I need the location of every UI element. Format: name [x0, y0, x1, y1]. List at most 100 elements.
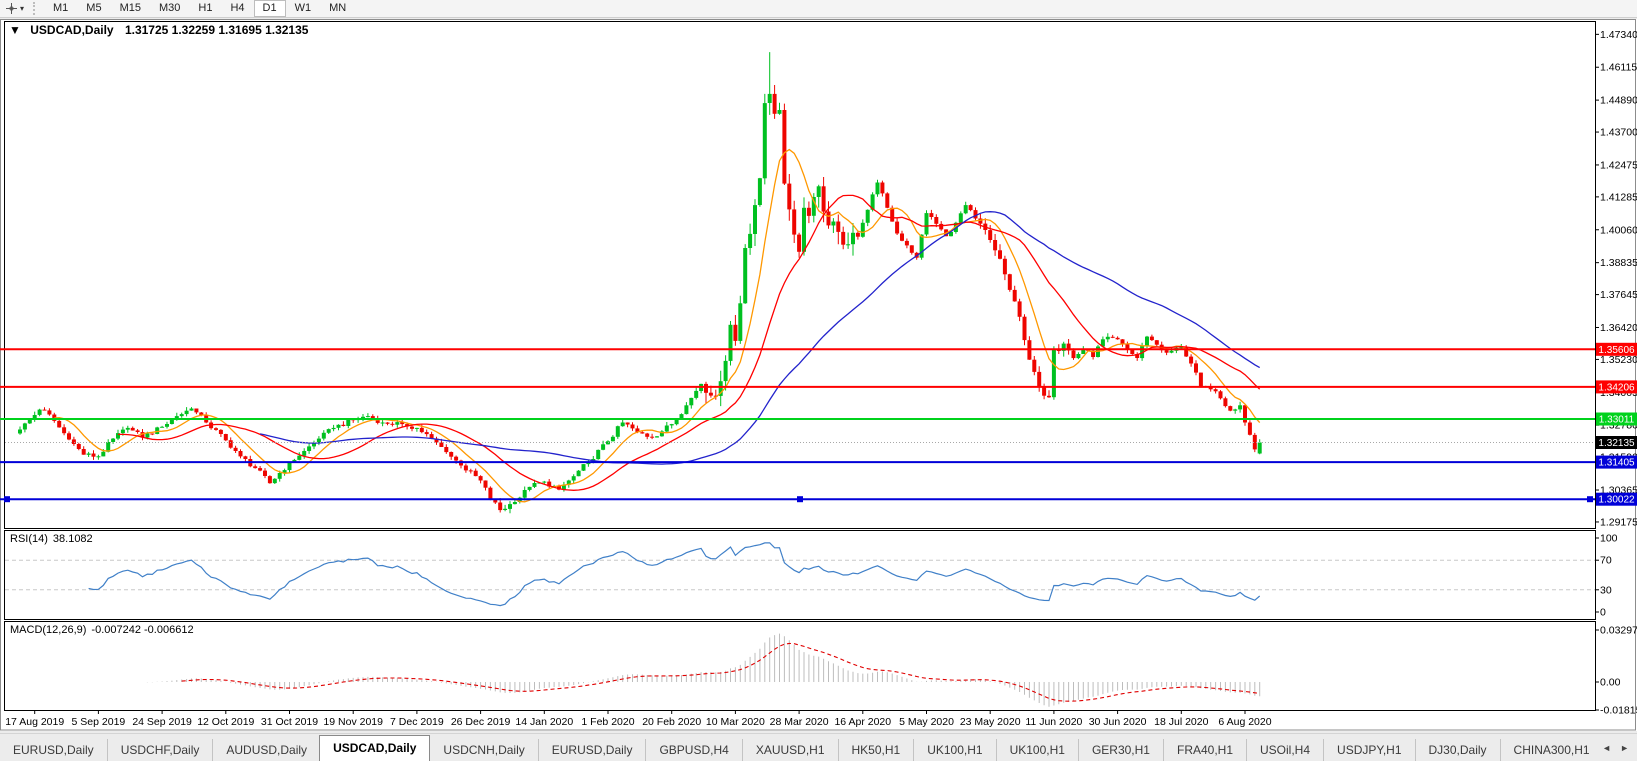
chart-tab-xauusd-h1[interactable]: XAUUSD,H1 [741, 739, 838, 761]
date-axis: 17 Aug 2019 5 Sep 2019 24 Sep 2019 12 Oct 2… [5, 710, 1272, 728]
svg-text:1.37645: 1.37645 [1600, 289, 1637, 301]
line-handle [797, 496, 803, 503]
pane-frames [0, 19, 1636, 731]
svg-text:1.30022: 1.30022 [1598, 495, 1635, 506]
svg-text:1.35606: 1.35606 [1598, 345, 1635, 356]
chart-tab-usoil-h4[interactable]: USOil,H4 [1246, 739, 1323, 761]
chart-tab-ger30-h1[interactable]: GER30,H1 [1077, 739, 1163, 761]
chart-tab-audusd-daily[interactable]: AUDUSD,Daily [212, 739, 320, 761]
chart-tab-hk50-h1[interactable]: HK50,H1 [837, 739, 914, 761]
chart-tab-fra40-h1[interactable]: FRA40,H1 [1162, 739, 1246, 761]
tab-scroll-arrows: ◄ ► [1594, 734, 1637, 761]
chart-window[interactable]: 1.47340 1.46115 1.44890 1.43700 1.42475 1.412… [0, 19, 1637, 731]
chevron-down-icon[interactable]: ▾ [20, 4, 24, 13]
price-axis: 1.47340 1.46115 1.44890 1.43700 1.42475 1.412… [1595, 29, 1637, 529]
date-label: 10 Mar 2020 [706, 716, 765, 728]
date-label: 23 May 2020 [960, 716, 1021, 728]
svg-text:1.32135: 1.32135 [1598, 438, 1635, 449]
date-label: 14 Jan 2020 [515, 716, 573, 728]
date-label: 26 Dec 2019 [451, 716, 511, 728]
chart-tab-china300-h1[interactable]: CHINA300,H1 [1499, 739, 1595, 761]
timeframe-button-h4[interactable]: H4 [221, 0, 253, 17]
svg-text:0.00: 0.00 [1600, 677, 1621, 689]
rsi-indicator-label: RSI(14) 38.1082 [10, 533, 93, 545]
chart-symbol-period: USDCAD,Daily [30, 23, 114, 37]
date-label: 11 Jun 2020 [1025, 716, 1082, 728]
timeframe-button-h1[interactable]: H1 [189, 0, 221, 17]
chart-tab-eurusd-daily[interactable]: EURUSD,Daily [537, 739, 646, 761]
chart-tab-usdjpy-h1[interactable]: USDJPY,H1 [1323, 739, 1414, 761]
macd-indicator-label: MACD(12,26,9) -0.007242 -0.006612 [10, 624, 194, 636]
svg-text:1.33011: 1.33011 [1599, 415, 1635, 426]
date-label: 20 Feb 2020 [642, 716, 701, 728]
svg-text:0: 0 [1600, 607, 1606, 619]
date-label: 31 Oct 2019 [261, 716, 318, 728]
svg-text:100: 100 [1600, 533, 1618, 545]
chart-tab-usdcnh-daily[interactable]: USDCNH,Daily [430, 739, 537, 761]
chart-tab-usdcad-daily[interactable]: USDCAD,Daily [319, 735, 431, 761]
timeframe-button-m5[interactable]: M5 [77, 0, 110, 17]
svg-text:1.29175: 1.29175 [1600, 517, 1637, 529]
date-label: 7 Dec 2019 [390, 716, 444, 728]
svg-text:1.31405: 1.31405 [1598, 458, 1635, 469]
svg-text:1.40060: 1.40060 [1600, 224, 1637, 236]
chart-canvas[interactable]: 1.47340 1.46115 1.44890 1.43700 1.42475 1.412… [0, 19, 1637, 731]
date-label: 18 Jul 2020 [1154, 716, 1208, 728]
date-label: 24 Sep 2019 [132, 716, 192, 728]
timeframe-button-w1[interactable]: W1 [286, 0, 321, 17]
svg-text:-0.01815: -0.01815 [1600, 705, 1637, 717]
svg-text:1.34206: 1.34206 [1598, 382, 1635, 393]
date-label: 30 Jun 2020 [1089, 716, 1147, 728]
svg-text:30: 30 [1600, 584, 1612, 596]
svg-text:1.46115: 1.46115 [1600, 62, 1637, 74]
timeframe-button-d1[interactable]: D1 [253, 0, 286, 17]
svg-text:1.38835: 1.38835 [1600, 257, 1637, 269]
rsi-value: 38.1082 [52, 533, 93, 545]
timeframe-button-mn[interactable]: MN [320, 0, 355, 17]
line-handle [1587, 496, 1593, 503]
chart-tabs: EURUSD,Daily USDCHF,Daily AUDUSD,Daily USDC… [0, 734, 1594, 761]
toolbar-grip [33, 2, 39, 15]
chart-tab-gbpusd-h4[interactable]: GBPUSD,H4 [645, 739, 741, 761]
date-label: 17 Aug 2019 [5, 716, 64, 728]
svg-text:0.032972: 0.032972 [1600, 625, 1637, 637]
chart-title: ▼ USDCAD,Daily 1.31725 1.32259 1.31695 1… [9, 23, 308, 37]
top-toolbar: ▾ M1 M5 M15 M30 H1 H4 D1 W1 MN [0, 0, 1637, 18]
date-label: 19 Nov 2019 [323, 716, 383, 728]
svg-text:1.42475: 1.42475 [1600, 159, 1637, 171]
rsi-name: RSI(14) [10, 533, 48, 545]
date-label: 6 Aug 2020 [1218, 716, 1271, 728]
svg-text:1.36420: 1.36420 [1600, 322, 1637, 334]
date-label: 12 Oct 2019 [197, 716, 254, 728]
chart-tab-usdchf-daily[interactable]: USDCHF,Daily [106, 739, 213, 761]
date-label: 5 Sep 2019 [72, 716, 126, 728]
chart-tab-eurusd-daily[interactable]: EURUSD,Daily [0, 739, 107, 761]
timeframe-button-m1[interactable]: M1 [44, 0, 77, 17]
date-label: 1 Feb 2020 [581, 716, 634, 728]
timeframe-button-group: M1 M5 M15 M30 H1 H4 D1 W1 MN [44, 0, 355, 17]
macd-name: MACD(12,26,9) [10, 624, 87, 636]
rsi-axis: 100 70 30 0 [1595, 533, 1618, 619]
svg-text:1.44890: 1.44890 [1600, 95, 1637, 107]
svg-text:1.41285: 1.41285 [1600, 191, 1637, 203]
date-label: 5 May 2020 [899, 716, 954, 728]
chart-dropdown-icon[interactable]: ▼ [9, 23, 21, 37]
scroll-right-icon[interactable]: ► [1620, 743, 1629, 753]
date-label: 28 Mar 2020 [770, 716, 829, 728]
chart-tab-uk100-h1[interactable]: UK100,H1 [913, 739, 995, 761]
timeframe-button-m30[interactable]: M30 [150, 0, 189, 17]
chart-ohlc-values: 1.31725 1.32259 1.31695 1.32135 [124, 23, 309, 37]
macd-axis: 0.032972 0.00 -0.01815 [1595, 625, 1637, 717]
scroll-left-icon[interactable]: ◄ [1602, 743, 1611, 753]
chart-tab-bar: EURUSD,Daily USDCHF,Daily AUDUSD,Daily USDC… [0, 733, 1637, 761]
crosshair-tool-icon[interactable] [3, 2, 19, 16]
line-handle [4, 496, 10, 503]
date-label: 16 Apr 2020 [834, 716, 891, 728]
timeframe-button-m15[interactable]: M15 [111, 0, 150, 17]
chart-tab-dj30-daily[interactable]: DJ30,Daily [1414, 739, 1500, 761]
svg-text:1.47340: 1.47340 [1600, 29, 1637, 41]
macd-values: -0.007242 -0.006612 [91, 624, 194, 636]
chart-tab-uk100-h1[interactable]: UK100,H1 [995, 739, 1078, 761]
svg-text:70: 70 [1600, 555, 1612, 567]
svg-text:1.43700: 1.43700 [1600, 127, 1637, 139]
